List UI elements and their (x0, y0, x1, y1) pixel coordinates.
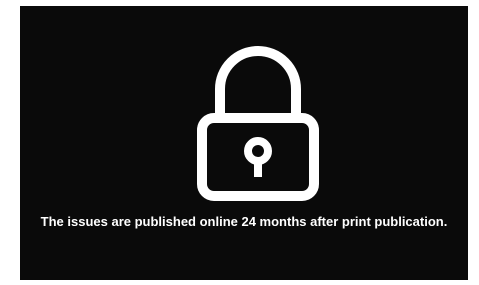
lock-icon (197, 46, 319, 201)
locked-content-overlay: The issues are published online 24 month… (20, 6, 468, 280)
access-restriction-message: The issues are published online 24 month… (40, 214, 448, 229)
